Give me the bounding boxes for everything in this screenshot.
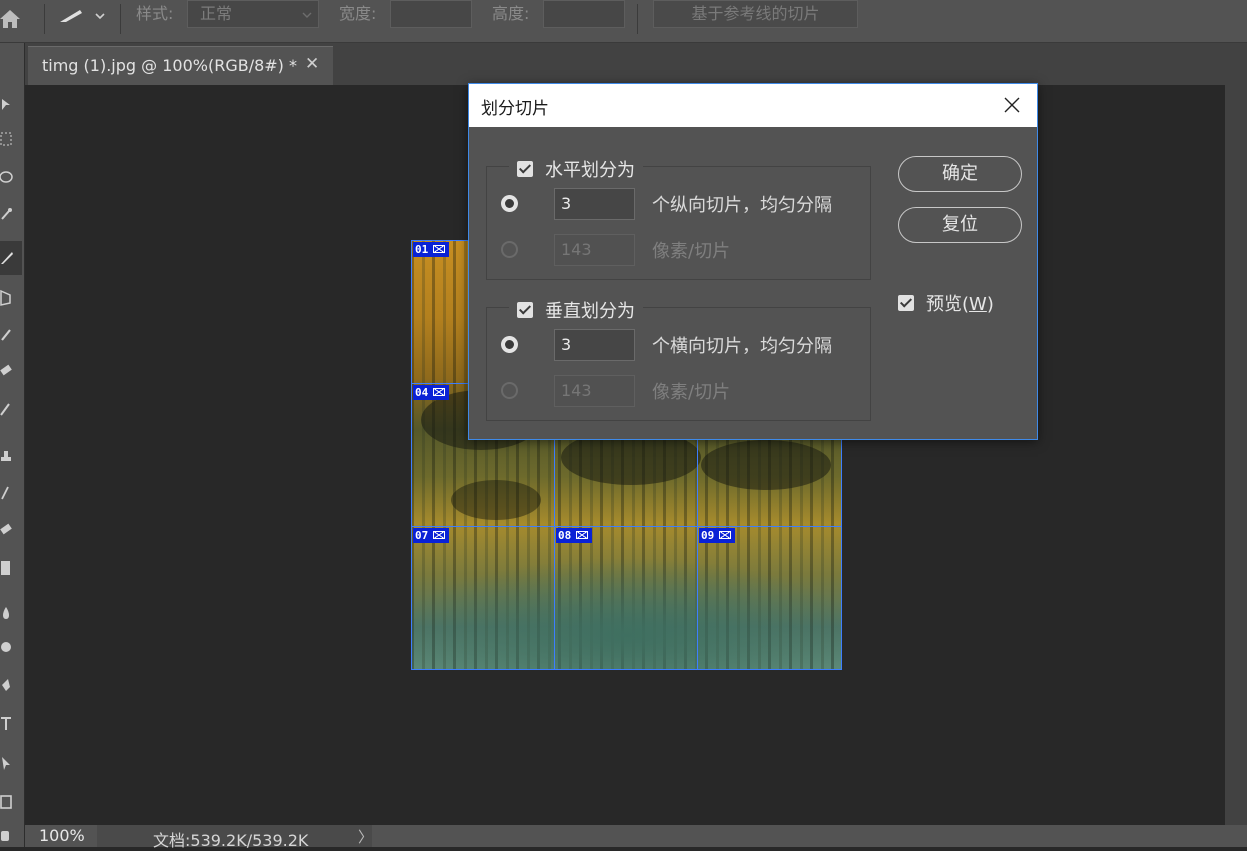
horizontal-count-input[interactable]: 3 xyxy=(554,188,635,220)
vertical-divide-checkbox[interactable] xyxy=(517,302,533,318)
document-tab[interactable]: timg (1).jpg @ 100%(RGB/8#) * ✕ xyxy=(28,46,333,85)
width-input[interactable] xyxy=(390,0,472,28)
quick-selection-icon[interactable] xyxy=(0,205,18,223)
history-brush-icon[interactable] xyxy=(0,483,18,501)
slice-number: 08 xyxy=(556,528,574,543)
pen-tool-icon[interactable] xyxy=(0,677,18,695)
healing-brush-icon[interactable] xyxy=(0,361,18,379)
slice-badge[interactable]: 01 xyxy=(413,242,450,257)
vertical-count-label: 个横向切片，均匀分隔 xyxy=(652,336,832,357)
slice-badge[interactable]: 04 xyxy=(413,385,450,400)
slice-number: 07 xyxy=(413,528,431,543)
vertical-divide-label: 垂直划分为 xyxy=(545,301,635,322)
eyedropper-icon[interactable] xyxy=(0,325,18,343)
height-input[interactable] xyxy=(543,0,625,28)
slices-from-guides-button[interactable]: 基于参考线的切片 xyxy=(653,0,858,28)
horizontal-divide-checkbox[interactable] xyxy=(517,161,533,177)
document-size-info: 文档:539.2K/539.2K xyxy=(153,831,309,850)
slice-number: 04 xyxy=(413,385,431,400)
hand-tool-icon[interactable] xyxy=(0,827,18,845)
vertical-pixels-radio[interactable] xyxy=(501,382,518,399)
slice-image-icon xyxy=(430,242,450,257)
horizontal-count-label: 个纵向切片，均匀分隔 xyxy=(652,195,832,216)
style-select[interactable]: 正常 xyxy=(187,0,319,28)
preview-label-close: ) xyxy=(986,294,994,315)
slice-number: 01 xyxy=(413,242,431,257)
horizontal-pixels-label: 像素/切片 xyxy=(652,241,731,262)
slice-badge[interactable]: 07 xyxy=(413,528,450,543)
horizontal-count-radio[interactable] xyxy=(501,195,518,212)
dialog-title: 划分切片 xyxy=(481,99,549,119)
blur-tool-icon[interactable] xyxy=(0,605,18,623)
slice-image-icon xyxy=(573,528,593,543)
style-label: 样式: xyxy=(136,4,174,23)
preview-label: 预览(W) xyxy=(926,290,994,316)
vertical-count-radio[interactable] xyxy=(501,336,518,353)
right-scroll-track[interactable] xyxy=(1225,85,1247,825)
clone-stamp-icon[interactable] xyxy=(0,447,18,465)
close-tab-icon[interactable]: ✕ xyxy=(305,54,319,74)
preview-option[interactable]: 预览(W) xyxy=(898,290,994,316)
tools-panel xyxy=(0,43,25,847)
ok-button[interactable]: 确定 xyxy=(898,156,1022,192)
slice-image-icon xyxy=(716,528,736,543)
separator xyxy=(44,4,45,34)
slice-tool-icon xyxy=(1,252,13,264)
rectangle-tool-icon[interactable] xyxy=(0,793,18,811)
slice-badge[interactable]: 08 xyxy=(556,528,593,543)
dodge-tool-icon[interactable] xyxy=(0,639,18,657)
chevron-down-icon xyxy=(302,12,312,18)
horizontal-divide-group: 水平划分为 3 个纵向切片，均匀分隔 143 像素/切片 xyxy=(486,156,871,280)
slice-badge[interactable]: 09 xyxy=(699,528,736,543)
path-selection-icon[interactable] xyxy=(0,755,18,773)
preview-shortcut-key: W xyxy=(969,294,987,315)
brush-tool-icon[interactable] xyxy=(0,399,18,417)
slice-tool-button[interactable] xyxy=(0,241,22,275)
zoom-level[interactable]: 100% xyxy=(39,826,85,845)
vertical-pixels-label: 像素/切片 xyxy=(652,382,731,403)
height-label: 高度: xyxy=(492,4,530,23)
reset-button[interactable]: 复位 xyxy=(898,207,1022,243)
status-menu-arrow[interactable]: 〉 xyxy=(358,826,373,847)
marquee-tool-icon[interactable] xyxy=(0,131,18,149)
divide-slice-dialog: 划分切片 水平划分为 3 个纵向切片，均匀分隔 143 像素/切片 垂直划分为 … xyxy=(468,83,1038,440)
preview-label-text: 预览( xyxy=(926,294,970,315)
lasso-tool-icon[interactable] xyxy=(0,169,18,187)
document-tab-bar: timg (1).jpg @ 100%(RGB/8#) * ✕ xyxy=(25,43,1247,85)
horizontal-divide-header: 水平划分为 xyxy=(509,156,643,182)
horizontal-pixels-input[interactable]: 143 xyxy=(554,234,635,266)
style-value: 正常 xyxy=(200,4,233,23)
slice-tool-preset-icon[interactable] xyxy=(52,4,114,26)
document-tab-title: timg (1).jpg @ 100%(RGB/8#) * xyxy=(42,56,298,75)
vertical-divide-group: 垂直划分为 3 个横向切片，均匀分隔 143 像素/切片 xyxy=(486,297,871,421)
separator xyxy=(637,4,638,34)
gradient-tool-icon[interactable] xyxy=(0,559,18,577)
dialog-titlebar: 划分切片 xyxy=(469,84,1037,127)
status-bar: 100% 文档:539.2K/539.2K 〉 xyxy=(25,825,1247,850)
close-icon[interactable] xyxy=(1002,95,1022,115)
eraser-tool-icon[interactable] xyxy=(0,519,18,537)
frame-tool-icon[interactable] xyxy=(0,289,18,307)
type-tool-icon[interactable] xyxy=(0,715,18,733)
preview-checkbox[interactable] xyxy=(898,295,914,311)
horizontal-pixels-radio[interactable] xyxy=(501,241,518,258)
vertical-count-input[interactable]: 3 xyxy=(554,329,635,361)
slice-image-icon xyxy=(430,528,450,543)
separator xyxy=(120,4,121,34)
home-icon[interactable] xyxy=(0,4,22,34)
slice-number: 09 xyxy=(699,528,717,543)
horizontal-divide-label: 水平划分为 xyxy=(545,160,635,181)
move-tool-icon[interactable] xyxy=(0,95,18,113)
slice-image-icon xyxy=(430,385,450,400)
vertical-pixels-input[interactable]: 143 xyxy=(554,375,635,407)
options-bar: 样式: 正常 宽度: 高度: 基于参考线的切片 xyxy=(0,0,1247,43)
vertical-divide-header: 垂直划分为 xyxy=(509,297,643,323)
width-label: 宽度: xyxy=(339,4,377,23)
